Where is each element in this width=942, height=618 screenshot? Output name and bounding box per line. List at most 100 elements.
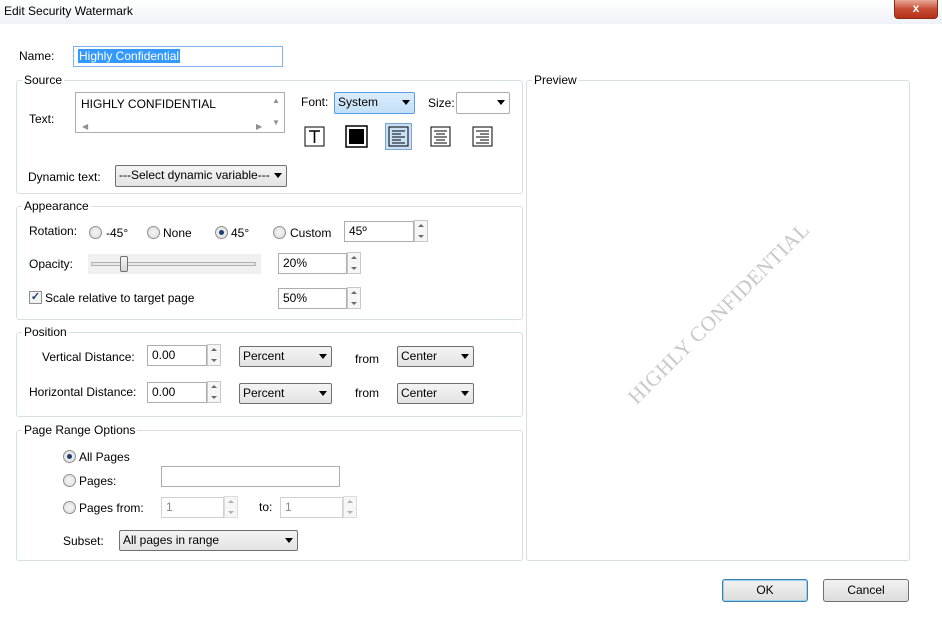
horizontal-distance-value: 0.00 xyxy=(152,385,176,399)
horizontal-unit-select[interactable]: Percent xyxy=(239,383,332,404)
opacity-spinner[interactable] xyxy=(347,252,361,274)
pages-from-radio[interactable] xyxy=(63,501,76,514)
horizontal-from-select[interactable]: Center xyxy=(397,383,474,404)
spin-down-icon[interactable] xyxy=(228,511,234,514)
size-select[interactable] xyxy=(456,92,510,114)
cancel-button[interactable]: Cancel xyxy=(823,579,909,602)
vertical-from-value: Center xyxy=(401,349,438,363)
align-right-icon xyxy=(472,126,493,147)
chevron-down-icon xyxy=(274,173,282,178)
spin-up-icon[interactable] xyxy=(418,224,424,227)
close-button[interactable]: x xyxy=(894,0,938,19)
align-right-button[interactable] xyxy=(469,123,496,150)
font-select[interactable]: System xyxy=(334,92,415,114)
custom-rotation-input[interactable]: 45º xyxy=(344,221,414,242)
spin-down-icon[interactable] xyxy=(351,267,357,270)
chevron-down-icon xyxy=(461,354,469,359)
spin-down-icon[interactable] xyxy=(347,511,353,514)
vertical-distance-spinner[interactable] xyxy=(207,344,221,366)
opacity-label: Opacity: xyxy=(29,257,74,271)
spin-up-icon[interactable] xyxy=(228,500,234,503)
vertical-distance-label: Vertical Distance: xyxy=(42,350,135,364)
ok-button-label: OK xyxy=(756,583,774,597)
scale-input[interactable]: 50% xyxy=(278,288,347,309)
vertical-unit-select[interactable]: Percent xyxy=(239,346,332,367)
spin-up-icon[interactable] xyxy=(351,256,357,259)
ok-button[interactable]: OK xyxy=(722,579,808,602)
cancel-button-label: Cancel xyxy=(847,583,885,597)
dynamic-text-select[interactable]: ---Select dynamic variable--- xyxy=(115,165,287,187)
vertical-distance-input[interactable]: 0.00 xyxy=(147,345,207,366)
position-legend: Position xyxy=(22,325,69,339)
opacity-input[interactable]: 20% xyxy=(278,253,347,274)
spin-up-icon[interactable] xyxy=(347,500,353,503)
rotation-radio-45[interactable] xyxy=(215,226,228,239)
scroll-down-icon[interactable]: ▼ xyxy=(272,119,280,127)
horizontal-distance-spinner[interactable] xyxy=(207,381,221,403)
spin-down-icon[interactable] xyxy=(418,235,424,238)
subset-select[interactable]: All pages in range xyxy=(119,530,298,551)
rotation-label: Rotation: xyxy=(29,224,78,238)
pages-from-input[interactable]: 1 xyxy=(161,497,224,518)
chevron-down-icon xyxy=(285,538,293,543)
subset-value: All pages in range xyxy=(123,533,220,547)
preview-watermark-text: HIGHLY CONFIDENTIAL xyxy=(623,217,815,409)
align-center-icon xyxy=(430,126,451,147)
opacity-slider[interactable] xyxy=(88,254,261,274)
rotation-radio-none[interactable] xyxy=(147,226,160,239)
pages-radio[interactable] xyxy=(63,474,76,487)
subset-label: Subset: xyxy=(63,534,104,548)
scroll-right-icon[interactable]: ▶ xyxy=(256,123,262,131)
pages-to-value: 1 xyxy=(285,500,292,514)
custom-rotation-spinner[interactable] xyxy=(414,220,428,242)
to-label: to: xyxy=(259,500,273,514)
fill-color-button[interactable] xyxy=(343,123,370,150)
font-select-value: System xyxy=(338,95,379,109)
scale-value: 50% xyxy=(283,291,308,305)
custom-rotation-value: 45º xyxy=(349,224,367,238)
horizontal-from-value: Center xyxy=(401,386,438,400)
fill-color-icon xyxy=(345,125,368,148)
source-legend: Source xyxy=(22,73,65,87)
name-input[interactable]: Highly Confidential xyxy=(73,46,283,67)
scroll-left-icon[interactable]: ◀ xyxy=(82,123,88,131)
spin-up-icon[interactable] xyxy=(211,348,217,351)
chevron-down-icon xyxy=(402,100,410,105)
chevron-down-icon xyxy=(319,354,327,359)
spin-up-icon[interactable] xyxy=(351,291,357,294)
text-outline-button[interactable] xyxy=(301,123,328,150)
rotation-radio-custom[interactable] xyxy=(273,226,286,239)
vertical-unit-value: Percent xyxy=(243,349,285,363)
align-center-button[interactable] xyxy=(427,123,454,150)
spin-down-icon[interactable] xyxy=(351,302,357,305)
opacity-slider-track xyxy=(91,262,256,266)
spin-down-icon[interactable] xyxy=(211,359,217,362)
opacity-value: 20% xyxy=(283,256,308,270)
all-pages-radio[interactable] xyxy=(63,450,76,463)
spin-up-icon[interactable] xyxy=(211,385,217,388)
scale-spinner[interactable] xyxy=(347,287,361,309)
scale-checkbox[interactable]: ✓ xyxy=(29,291,42,304)
rotation-radio-minus45[interactable] xyxy=(89,226,102,239)
pages-from-spinner[interactable] xyxy=(224,496,238,518)
spin-down-icon[interactable] xyxy=(211,396,217,399)
scroll-up-icon[interactable]: ▲ xyxy=(272,97,280,105)
align-left-button[interactable] xyxy=(385,123,412,150)
opacity-slider-thumb[interactable] xyxy=(120,256,128,272)
rotation-label-minus45: -45° xyxy=(106,226,129,240)
pages-to-spinner[interactable] xyxy=(343,496,357,518)
horizontal-distance-input[interactable]: 0.00 xyxy=(147,382,207,403)
text-label: Text: xyxy=(29,112,55,126)
text-area-value: HIGHLY CONFIDENTIAL xyxy=(81,97,216,111)
vertical-distance-value: 0.00 xyxy=(152,348,176,362)
rotation-label-none: None xyxy=(163,226,192,240)
pages-from-label: Pages from: xyxy=(79,501,144,515)
pages-input[interactable] xyxy=(161,466,340,487)
pages-to-input[interactable]: 1 xyxy=(280,497,343,518)
text-area[interactable]: HIGHLY CONFIDENTIAL ▲ ▼ ◀ ▶ xyxy=(75,92,285,133)
scale-label: Scale relative to target page xyxy=(45,291,195,305)
vertical-from-select[interactable]: Center xyxy=(397,346,474,367)
window-title: Edit Security Watermark xyxy=(4,4,133,18)
checkmark-icon: ✓ xyxy=(30,291,41,303)
title-bar: Edit Security Watermark x xyxy=(0,0,942,24)
